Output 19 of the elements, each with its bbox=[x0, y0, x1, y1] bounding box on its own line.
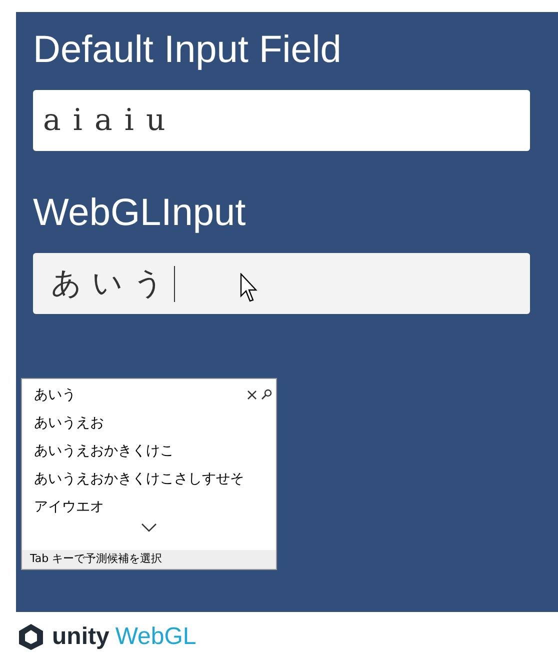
product-text: WebGL bbox=[115, 625, 196, 649]
candidate-item[interactable]: あいうえおかきくけこさしすせそ bbox=[34, 468, 244, 490]
candidate-item[interactable]: あいうえおかきくけこ bbox=[34, 440, 174, 462]
search-icon[interactable] bbox=[261, 389, 272, 400]
candidate-item[interactable]: あいう bbox=[34, 384, 76, 406]
close-icon[interactable] bbox=[247, 390, 257, 400]
chevron-down-icon[interactable] bbox=[141, 523, 157, 532]
brand-text: unity bbox=[52, 625, 110, 649]
mouse-pointer-icon bbox=[240, 273, 260, 303]
section-title: WebGLInput bbox=[33, 191, 247, 236]
candidate-item[interactable]: あいうえお bbox=[34, 412, 104, 434]
field-value: あいう bbox=[50, 265, 174, 303]
candidate-item[interactable]: アイウエオ bbox=[34, 496, 104, 518]
hint-text: Tab キーで予測候補を選択 bbox=[30, 551, 162, 568]
field-value: aiaiu bbox=[43, 102, 178, 140]
input-field[interactable]: aiaiu bbox=[33, 90, 530, 151]
input-field[interactable]: あいう bbox=[33, 253, 530, 314]
section-title: Default Input Field bbox=[33, 28, 342, 73]
text-caret bbox=[174, 266, 175, 302]
